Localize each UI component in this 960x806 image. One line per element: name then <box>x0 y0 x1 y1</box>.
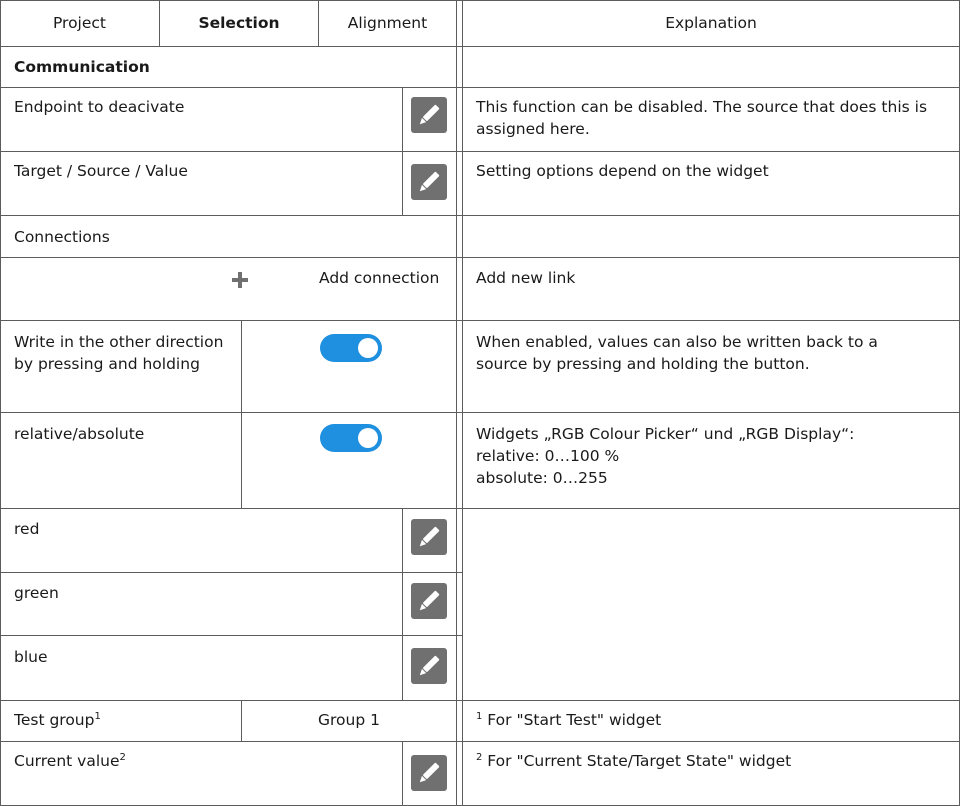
write-other-direction-label: Write in the other direction by pressing… <box>14 333 224 373</box>
pencil-icon <box>419 590 440 611</box>
footnote-marker: 2 <box>119 751 126 763</box>
pencil-icon <box>419 526 440 547</box>
edit-blue-button[interactable] <box>411 648 447 684</box>
blue-label: blue <box>14 648 48 666</box>
connections-label: Connections <box>14 228 110 246</box>
relative-absolute-explanation-line1: Widgets „RGB Colour Picker“ und „RGB Dis… <box>476 425 855 443</box>
target-explanation: Setting options depend on the widget <box>476 162 769 180</box>
tab-selection[interactable]: Selection <box>160 12 318 34</box>
endpoint-label: Endpoint to deacivate <box>14 98 185 116</box>
relative-absolute-toggle[interactable] <box>320 424 382 452</box>
tab-alignment[interactable]: Alignment <box>319 12 456 34</box>
rule <box>0 215 960 216</box>
toggle-knob <box>358 338 378 358</box>
edit-current-value-button[interactable] <box>411 755 447 791</box>
rule <box>0 0 960 1</box>
rule <box>0 572 462 573</box>
edit-target-button[interactable] <box>411 164 447 200</box>
pencil-icon <box>419 104 440 125</box>
edit-endpoint-button[interactable] <box>411 97 447 133</box>
footnote-marker: 1 <box>94 710 101 722</box>
add-connection-explanation: Add new link <box>476 269 576 287</box>
relative-absolute-explanation-line3: absolute: 0…255 <box>476 469 608 487</box>
tab-project[interactable]: Project <box>0 12 159 34</box>
test-group-explanation: 1 For "Start Test" widget <box>476 710 662 729</box>
rule <box>241 320 242 508</box>
edit-red-button[interactable] <box>411 519 447 555</box>
rule <box>456 0 457 806</box>
rule <box>402 87 403 215</box>
rule <box>0 412 960 413</box>
pencil-icon <box>419 655 440 676</box>
rule <box>0 0 1 806</box>
rule <box>462 0 463 806</box>
add-connection-button[interactable]: Add connection <box>319 267 439 289</box>
current-value-explanation: 2 For "Current State/Target State" widge… <box>476 751 792 770</box>
rule <box>402 741 403 806</box>
test-group-value[interactable]: Group 1 <box>242 709 456 731</box>
explanation-header: Explanation <box>665 14 757 32</box>
add-connection-plus-icon[interactable] <box>232 272 248 292</box>
endpoint-explanation: This function can be disabled. The sourc… <box>476 98 928 138</box>
rule <box>0 508 960 509</box>
rule <box>0 320 960 321</box>
section-heading-communication: Communication <box>14 58 150 76</box>
rule <box>0 635 462 636</box>
rule <box>0 700 960 701</box>
green-label: green <box>14 584 59 602</box>
rule <box>0 741 960 742</box>
rule <box>0 151 960 152</box>
toggle-knob <box>358 428 378 448</box>
red-label: red <box>14 520 40 538</box>
rule <box>0 46 960 47</box>
relative-absolute-label: relative/absolute <box>14 425 145 443</box>
rule <box>0 257 960 258</box>
pencil-icon <box>419 171 440 192</box>
current-value-label: Current value2 <box>14 751 126 770</box>
write-other-direction-explanation: When enabled, values can also be written… <box>476 333 878 373</box>
write-other-direction-toggle[interactable] <box>320 334 382 362</box>
relative-absolute-explanation-line2: relative: 0…100 % <box>476 447 620 465</box>
test-group-label: Test group1 <box>14 710 101 729</box>
rule <box>0 87 960 88</box>
target-source-value-label: Target / Source / Value <box>14 162 188 180</box>
rule <box>402 508 403 700</box>
edit-green-button[interactable] <box>411 583 447 619</box>
pencil-icon <box>419 762 440 783</box>
